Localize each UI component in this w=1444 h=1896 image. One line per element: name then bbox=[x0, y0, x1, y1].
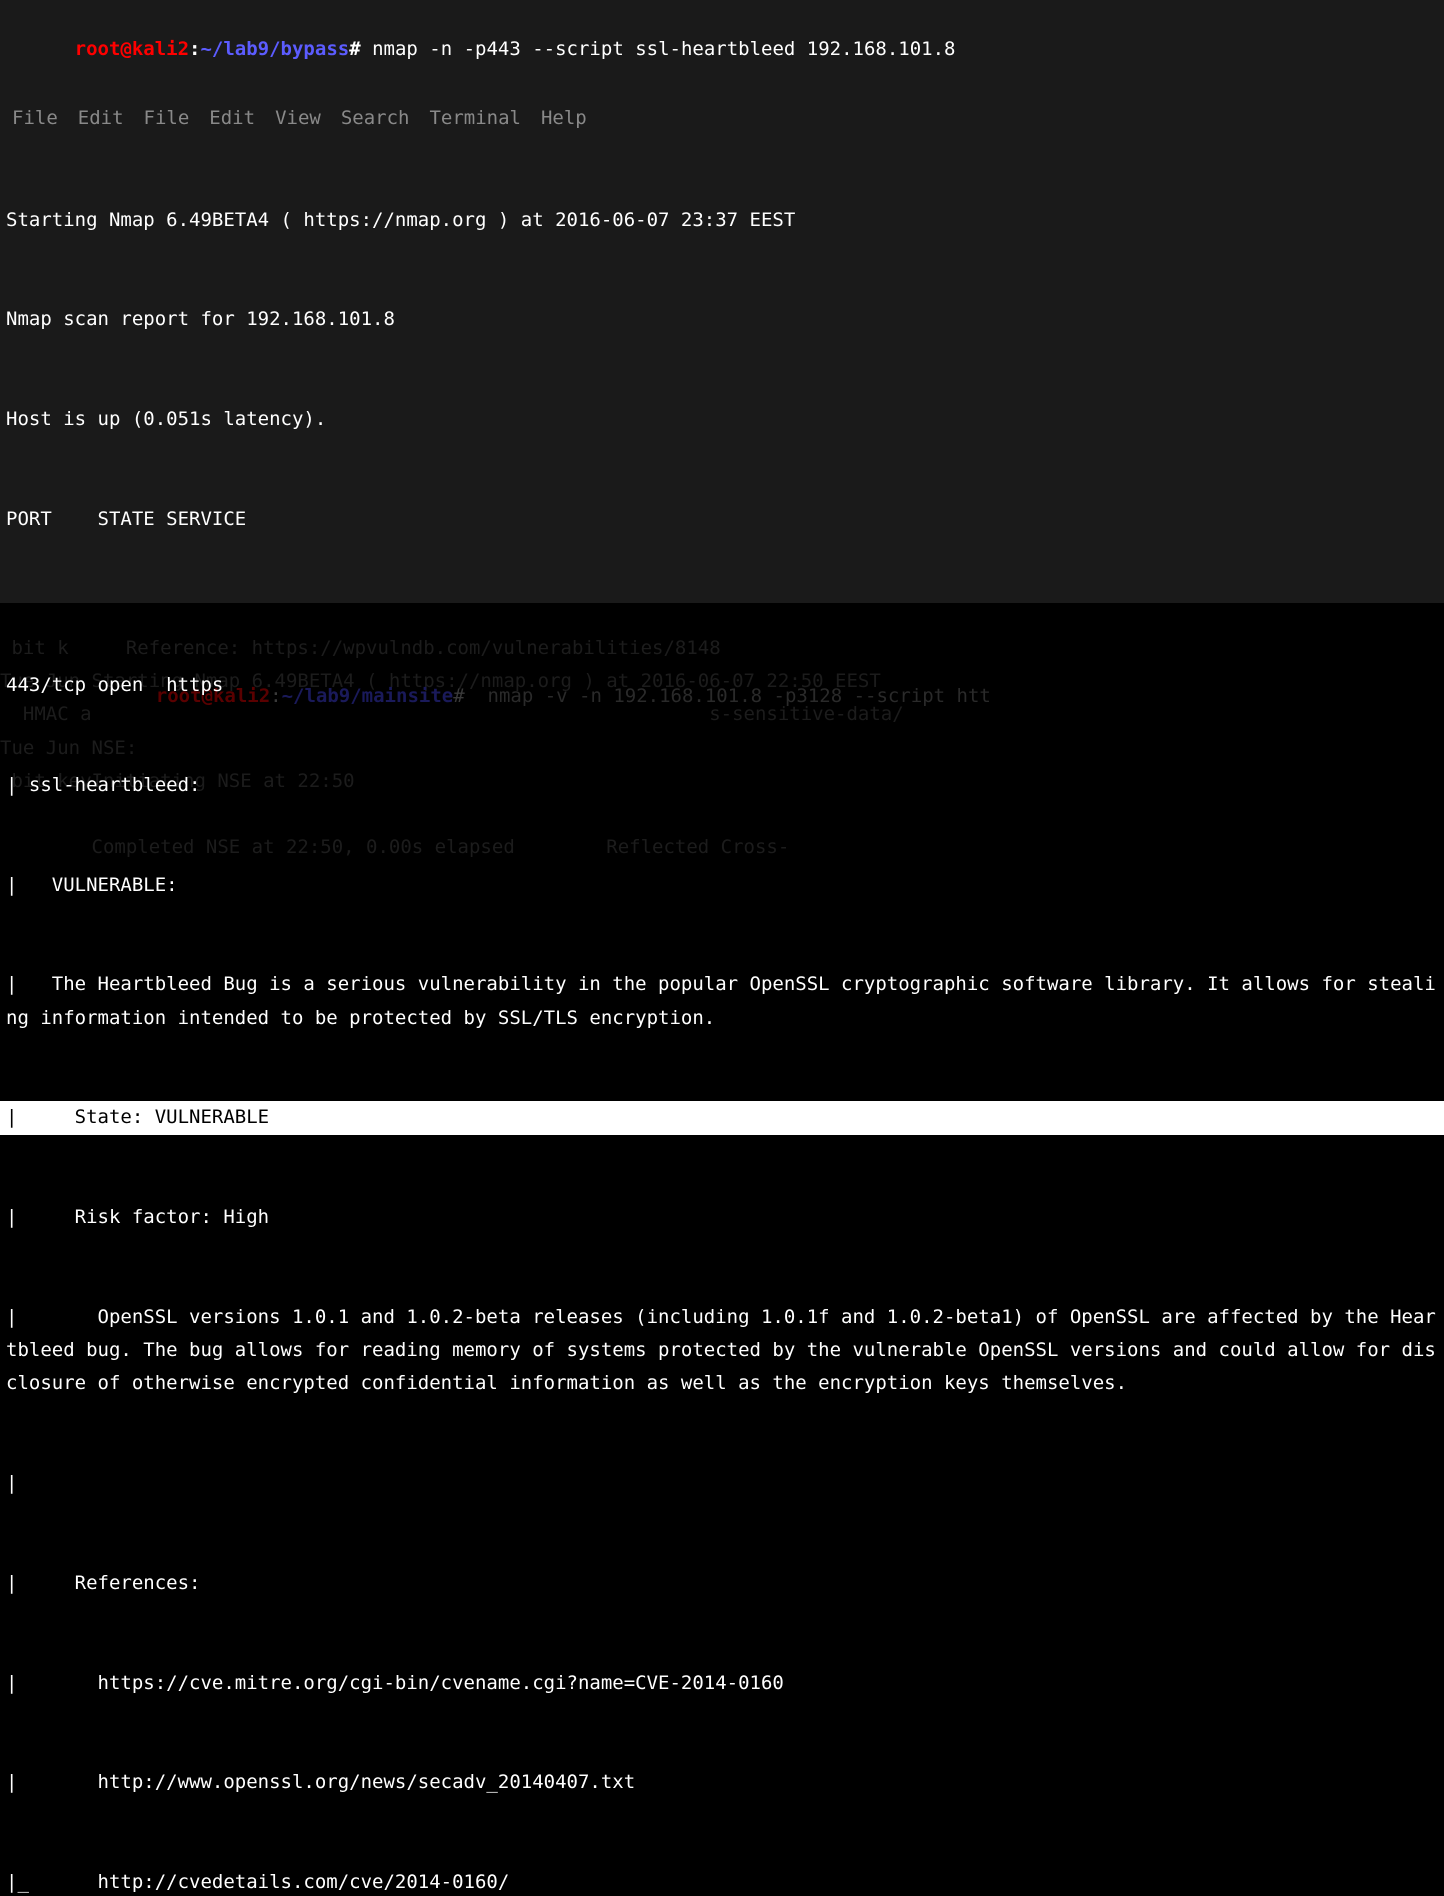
state-vulnerable-highlighted: | State: VULNERABLE bbox=[0, 1101, 1444, 1134]
menu-edit[interactable]: Edit bbox=[78, 102, 124, 135]
reference-openssl: | http://www.openssl.org/news/secadv_201… bbox=[6, 1766, 1438, 1799]
prompt-symbol: # bbox=[349, 38, 360, 60]
nmap-starting-line: Starting Nmap 6.49BETA4 ( https://nmap.o… bbox=[6, 204, 1438, 237]
prompt-user: root@kali2 bbox=[75, 38, 189, 60]
menubar: File Edit File Edit View Search Terminal… bbox=[0, 100, 1444, 137]
reference-cvedetails: |_ http://cvedetails.com/cve/2014-0160/ bbox=[6, 1866, 1438, 1896]
menu-search-bg: Search bbox=[341, 102, 410, 135]
command-prompt-line: root@kali2:~/lab9/bypass# nmap -n -p443 … bbox=[0, 0, 1444, 100]
command-text: nmap -n -p443 --script ssl-heartbleed 19… bbox=[361, 38, 956, 60]
nmap-scan-report-line: Nmap scan report for 192.168.101.8 bbox=[6, 303, 1438, 336]
prompt-separator: : bbox=[189, 38, 200, 60]
menu-help-bg: Help bbox=[541, 102, 587, 135]
terminal-window[interactable]: root@kali2: ~/lab9/mainsit 443 PORT STAT… bbox=[0, 0, 1444, 948]
menu-edit-bg: Edit bbox=[209, 102, 255, 135]
menu-file[interactable]: File bbox=[12, 102, 58, 135]
heartbleed-description: | The Heartbleed Bug is a serious vulner… bbox=[6, 968, 1438, 1035]
separator-line: | bbox=[6, 1467, 1438, 1500]
host-up-line: Host is up (0.051s latency). bbox=[6, 403, 1438, 436]
vulnerable-label: | VULNERABLE: bbox=[6, 869, 1438, 902]
risk-factor-line: | Risk factor: High bbox=[6, 1201, 1438, 1234]
menu-file-bg: File bbox=[144, 102, 190, 135]
port-443-line: 443/tcp open https bbox=[6, 669, 1438, 702]
versions-affected-text: | OpenSSL versions 1.0.1 and 1.0.2-beta … bbox=[6, 1301, 1438, 1401]
references-label: | References: bbox=[6, 1567, 1438, 1600]
ssl-heartbleed-label: | ssl-heartbleed: bbox=[6, 769, 1438, 802]
reference-cve-mitre: | https://cve.mitre.org/cgi-bin/cvename.… bbox=[6, 1667, 1438, 1700]
menu-terminal-bg: Terminal bbox=[429, 102, 521, 135]
prompt-path: ~/lab9/bypass bbox=[200, 38, 349, 60]
menu-view-bg: View bbox=[275, 102, 321, 135]
port-header-line: PORT STATE SERVICE bbox=[6, 503, 1438, 536]
